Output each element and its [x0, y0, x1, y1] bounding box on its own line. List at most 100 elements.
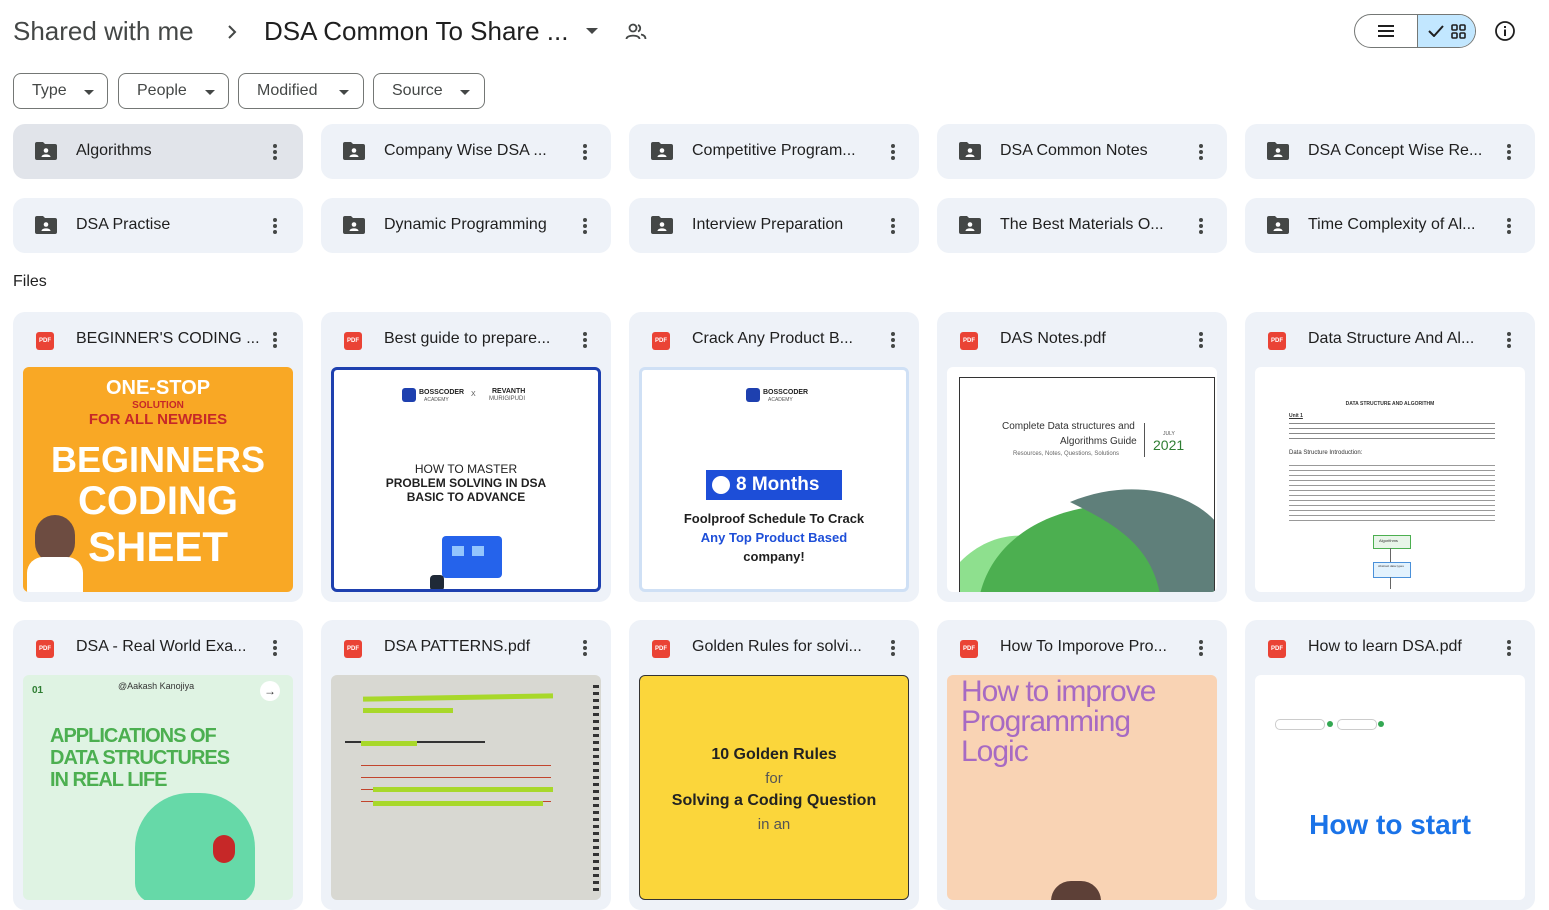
illustration: [430, 575, 444, 589]
file-card[interactable]: PDF DSA - Real World Exa... 01 @Aakash K…: [13, 620, 303, 910]
thumb-text: Data Structure Introduction:: [1289, 450, 1363, 456]
mascot-illustration: [135, 793, 255, 900]
divider: [1144, 423, 1145, 457]
filter-source[interactable]: Source: [373, 73, 485, 109]
caret-down-icon: [339, 90, 349, 95]
more-options-icon[interactable]: [265, 216, 285, 236]
thumb-text: REVANTH: [492, 388, 526, 395]
thumb-text: Foolproof Schedule To Crack: [683, 511, 865, 526]
text-lines: [1289, 463, 1495, 525]
thumb-text: ACADEMY: [424, 397, 449, 403]
file-card[interactable]: PDF Data Structure And Al... DATA STRUCT…: [1245, 312, 1535, 602]
folder-item[interactable]: Interview Preparation: [629, 198, 919, 253]
highlight: [362, 693, 554, 702]
folder-item[interactable]: Competitive Program...: [629, 124, 919, 179]
thumb-text: Programming: [961, 705, 1131, 738]
more-options-icon[interactable]: [575, 216, 595, 236]
pdf-icon: PDF: [344, 640, 362, 658]
folder-name: DSA Concept Wise Re...: [1308, 142, 1483, 159]
more-options-icon[interactable]: [883, 216, 903, 236]
more-options-icon[interactable]: [265, 142, 285, 162]
top-bar: Shared with me DSA Common To Share ...: [0, 0, 1549, 64]
avatar: [35, 515, 75, 563]
filter-people[interactable]: People: [118, 73, 229, 109]
folder-name: Competitive Program...: [692, 142, 856, 159]
file-card[interactable]: PDF Crack Any Product B... BOSSCODER ACA…: [629, 312, 919, 602]
thumb-text: company!: [743, 549, 805, 564]
more-options-icon[interactable]: [575, 330, 595, 350]
folder-item[interactable]: DSA Practise: [13, 198, 303, 253]
more-options-icon[interactable]: [883, 142, 903, 162]
more-options-icon[interactable]: [1499, 142, 1519, 162]
shared-folder-icon: [651, 142, 673, 160]
more-options-icon[interactable]: [265, 330, 285, 350]
file-name: How To Imporove Pro...: [1000, 638, 1167, 655]
caret-down-icon[interactable]: [586, 28, 598, 34]
thumb-text: Algorithms Guide: [1060, 436, 1137, 447]
thumb-text: 10 Golden Rules: [711, 746, 837, 763]
more-options-icon[interactable]: [1499, 330, 1519, 350]
handwriting: [361, 757, 551, 807]
pdf-icon: PDF: [652, 332, 670, 350]
avatar: [27, 557, 83, 592]
more-options-icon[interactable]: [1191, 216, 1211, 236]
file-card[interactable]: PDF DAS Notes.pdf Complete Data structur…: [937, 312, 1227, 602]
thumb-text: HOW TO MASTER: [414, 462, 518, 476]
file-card[interactable]: PDF How to learn DSA.pdf How to start: [1245, 620, 1535, 910]
filter-type[interactable]: Type: [13, 73, 108, 109]
file-thumbnail: How to start: [1255, 675, 1525, 900]
more-options-icon[interactable]: [575, 638, 595, 658]
shared-folder-icon: [651, 216, 673, 234]
folder-name: DSA Common Notes: [1000, 142, 1148, 159]
folder-name: Interview Preparation: [692, 216, 844, 233]
file-card[interactable]: PDF DSA PATTERNS.pdf: [321, 620, 611, 910]
thumb-text: DATA STRUCTURE AND ALGORITHM: [1345, 401, 1435, 407]
thumb-text: BASIC TO ADVANCE: [406, 490, 526, 504]
thumb-text: @Aakash Kanojiya: [118, 681, 195, 691]
more-options-icon[interactable]: [1499, 638, 1519, 658]
thumb-text: BEGINNERS: [50, 439, 266, 480]
file-card[interactable]: PDF Golden Rules for solvi... 10 Golden …: [629, 620, 919, 910]
more-options-icon[interactable]: [575, 142, 595, 162]
file-thumbnail: DATA STRUCTURE AND ALGORITHM Unit 1 Data…: [1255, 367, 1525, 592]
file-card[interactable]: PDF BEGINNER'S CODING ... ONE-STOP SOLUT…: [13, 312, 303, 602]
thumb-text: in an: [757, 816, 791, 833]
file-thumbnail: Complete Data structures and Algorithms …: [947, 367, 1217, 592]
filter-label: People: [137, 82, 187, 99]
folder-item[interactable]: Dynamic Programming: [321, 198, 611, 253]
folder-item[interactable]: DSA Common Notes: [937, 124, 1227, 179]
info-icon[interactable]: [1494, 20, 1516, 42]
folder-name: Company Wise DSA ...: [384, 142, 547, 159]
shared-folder-icon: [35, 142, 57, 160]
file-name: BEGINNER'S CODING ...: [76, 330, 260, 347]
pill-tag: [1327, 721, 1333, 727]
more-options-icon[interactable]: [1191, 330, 1211, 350]
thumb-text: PROBLEM SOLVING IN DSA: [385, 476, 547, 490]
more-options-icon[interactable]: [265, 638, 285, 658]
more-options-icon[interactable]: [883, 638, 903, 658]
pdf-icon: PDF: [344, 332, 362, 350]
shared-folder-icon: [343, 142, 365, 160]
more-options-icon[interactable]: [1191, 142, 1211, 162]
folder-item[interactable]: The Best Materials O...: [937, 198, 1227, 253]
check-icon: [1428, 25, 1444, 37]
breadcrumb-root[interactable]: Shared with me: [13, 16, 194, 47]
folder-item[interactable]: DSA Concept Wise Re...: [1245, 124, 1535, 179]
list-view-button[interactable]: [1355, 15, 1417, 47]
filter-modified[interactable]: Modified: [238, 73, 364, 109]
file-name: DSA - Real World Exa...: [76, 638, 247, 655]
file-name: DAS Notes.pdf: [1000, 330, 1106, 347]
grid-view-button[interactable]: [1417, 15, 1475, 47]
breadcrumb-current-folder[interactable]: DSA Common To Share ...: [264, 16, 568, 47]
more-options-icon[interactable]: [883, 330, 903, 350]
file-card[interactable]: PDF Best guide to prepare... BOSSCODER A…: [321, 312, 611, 602]
thumb-text: IN REAL LIFE: [50, 769, 168, 791]
file-card[interactable]: PDF How To Imporove Pro... How to improv…: [937, 620, 1227, 910]
folder-item[interactable]: Time Complexity of Al...: [1245, 198, 1535, 253]
more-options-icon[interactable]: [1191, 638, 1211, 658]
more-options-icon[interactable]: [1499, 216, 1519, 236]
notebook-spiral: [593, 685, 599, 895]
folder-item[interactable]: Algorithms: [13, 124, 303, 179]
folder-item[interactable]: Company Wise DSA ...: [321, 124, 611, 179]
file-name: DSA PATTERNS.pdf: [384, 638, 531, 655]
